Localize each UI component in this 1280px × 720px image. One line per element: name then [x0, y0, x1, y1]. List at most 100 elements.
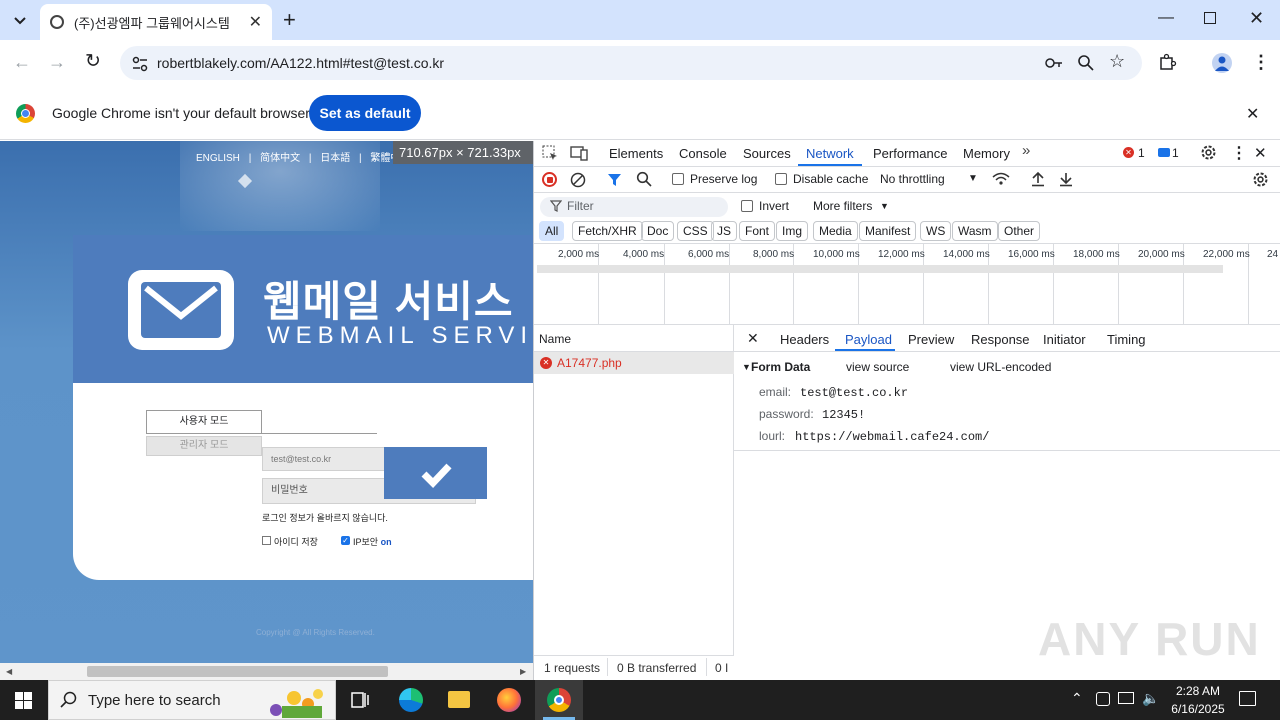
back-icon[interactable]: ← [13, 52, 31, 73]
type-filter-fetch-xhr[interactable]: Fetch/XHR [572, 221, 643, 241]
lang-japanese-link[interactable]: 日本語 [320, 153, 350, 164]
browser-tab[interactable]: (주)선광엠파 그룹웨어시스템 ✕ [40, 4, 272, 40]
detail-tab-initiator[interactable]: Initiator [1043, 332, 1086, 347]
id-input[interactable]: test@test.co.kr [262, 447, 392, 471]
type-filter-css[interactable]: CSS [677, 221, 714, 241]
tab-network[interactable]: Network [806, 146, 854, 161]
tab-search-chevron-icon[interactable] [10, 10, 30, 30]
devtools-close-icon[interactable]: ✕ [1254, 144, 1267, 162]
notifications-icon[interactable] [1239, 691, 1256, 706]
record-stop-icon[interactable] [542, 172, 557, 187]
error-icon[interactable]: ✕ [1123, 147, 1134, 158]
request-name[interactable]: A17477.php [557, 356, 622, 370]
search-icon[interactable] [636, 171, 652, 187]
tray-volume-icon[interactable]: 🔈 [1142, 690, 1159, 707]
device-toolbar-icon[interactable] [570, 145, 588, 161]
view-url-encoded-link[interactable]: view URL-encoded [950, 360, 1051, 374]
clear-icon[interactable] [570, 172, 586, 188]
tab-memory[interactable]: Memory [963, 146, 1010, 161]
tray-network-icon[interactable] [1118, 692, 1134, 704]
type-filter-js[interactable]: JS [711, 221, 738, 241]
form-data-title[interactable]: Form Data [751, 360, 810, 374]
detail-tab-response[interactable]: Response [971, 332, 1030, 347]
tab-sources[interactable]: Sources [743, 146, 791, 161]
extensions-puzzle-icon[interactable] [1159, 53, 1177, 71]
detail-close-icon[interactable]: ✕ [747, 330, 759, 347]
devtools-menu-icon[interactable]: ⋮ [1231, 143, 1247, 163]
forward-icon[interactable]: → [48, 52, 66, 73]
tab-console[interactable]: Console [679, 146, 727, 161]
more-filters-dropdown-icon[interactable]: ▼ [880, 201, 889, 211]
more-tabs-icon[interactable]: » [1022, 142, 1030, 159]
scroll-left-icon[interactable]: ◀ [6, 667, 12, 676]
bookmark-star-icon[interactable]: ☆ [1109, 51, 1125, 72]
message-count[interactable]: 1 [1172, 146, 1179, 160]
more-filters-button[interactable]: More filters [813, 199, 872, 213]
reload-icon[interactable]: ↻ [85, 50, 101, 73]
type-filter-font[interactable]: Font [739, 221, 776, 241]
import-har-upload-icon[interactable] [1030, 171, 1046, 187]
lang-simplified-chinese-link[interactable]: 简体中文 [260, 153, 300, 164]
form-data-collapse-icon[interactable]: ▼ [742, 362, 751, 372]
scroll-right-icon[interactable]: ▶ [520, 667, 526, 676]
detail-tab-preview[interactable]: Preview [908, 332, 954, 347]
type-filter-ws[interactable]: WS [920, 221, 952, 241]
firefox-icon[interactable] [497, 688, 521, 712]
ip-security-checkbox[interactable]: ✓ [341, 536, 350, 545]
settings-gear-icon[interactable] [1200, 144, 1217, 161]
type-filter-manifest[interactable]: Manifest [859, 221, 917, 241]
edge-browser-icon[interactable] [399, 688, 423, 712]
filter-funnel-icon[interactable] [607, 172, 622, 187]
lang-english-link[interactable]: ENGLISH [196, 153, 240, 164]
profile-avatar[interactable] [1212, 53, 1232, 73]
type-filter-doc[interactable]: Doc [641, 221, 675, 241]
restore-icon[interactable] [1204, 12, 1216, 24]
detail-tab-payload[interactable]: Payload [845, 332, 892, 347]
tab-performance[interactable]: Performance [873, 146, 947, 161]
user-mode-tab[interactable]: 사용자 모드 [146, 410, 262, 434]
page-horizontal-scrollbar[interactable]: ◀ ▶ [0, 663, 533, 680]
login-submit-button[interactable] [384, 447, 487, 499]
invert-checkbox[interactable] [741, 200, 753, 212]
inspect-element-icon[interactable] [542, 145, 558, 161]
scrollbar-thumb[interactable] [87, 666, 388, 677]
error-count[interactable]: 1 [1138, 146, 1145, 160]
network-conditions-wifi-icon[interactable] [992, 171, 1010, 187]
new-tab-button[interactable]: + [283, 7, 296, 33]
password-key-icon[interactable] [1044, 55, 1064, 71]
set-as-default-button[interactable]: Set as default [309, 95, 421, 131]
save-id-checkbox[interactable] [262, 536, 271, 545]
windows-start-icon[interactable] [15, 692, 32, 709]
tray-device-icon[interactable] [1096, 692, 1110, 706]
type-filter-img[interactable]: Img [776, 221, 809, 241]
throttling-dropdown-icon[interactable]: ▼ [968, 173, 978, 184]
file-explorer-icon[interactable] [448, 691, 470, 708]
detail-tab-headers[interactable]: Headers [780, 332, 829, 347]
export-har-download-icon[interactable] [1058, 171, 1074, 187]
message-icon[interactable] [1158, 148, 1170, 157]
name-column-header[interactable]: Name [539, 332, 571, 346]
site-info-icon[interactable] [131, 55, 149, 73]
preserve-log-checkbox[interactable] [672, 173, 684, 185]
network-settings-gear-icon[interactable] [1252, 171, 1269, 188]
close-tab-icon[interactable]: ✕ [249, 12, 262, 32]
type-filter-other[interactable]: Other [998, 221, 1041, 241]
throttling-select[interactable]: No throttling [880, 172, 945, 186]
type-filter-media[interactable]: Media [813, 221, 858, 241]
chrome-taskbar-button[interactable] [535, 680, 583, 720]
disable-cache-checkbox[interactable] [775, 173, 787, 185]
minimize-icon[interactable]: — [1158, 9, 1174, 27]
type-filter-wasm[interactable]: Wasm [952, 221, 998, 241]
chrome-menu-icon[interactable]: ⋮ [1252, 52, 1270, 73]
infobar-close-icon[interactable]: ✕ [1246, 104, 1259, 124]
window-close-icon[interactable]: ✕ [1249, 8, 1264, 29]
detail-tab-timing[interactable]: Timing [1107, 332, 1146, 347]
clock-time[interactable]: 2:28 AM [1172, 684, 1224, 698]
clock-date[interactable]: 6/16/2025 [1163, 702, 1233, 716]
zoom-icon[interactable] [1077, 54, 1095, 72]
view-source-link[interactable]: view source [846, 360, 909, 374]
url-text[interactable]: robertblakely.com/AA122.html#test@test.c… [157, 55, 444, 71]
tray-overflow-icon[interactable]: ⌃ [1071, 690, 1083, 707]
task-view-icon[interactable] [351, 692, 369, 708]
admin-mode-tab[interactable]: 관리자 모드 [146, 436, 262, 456]
